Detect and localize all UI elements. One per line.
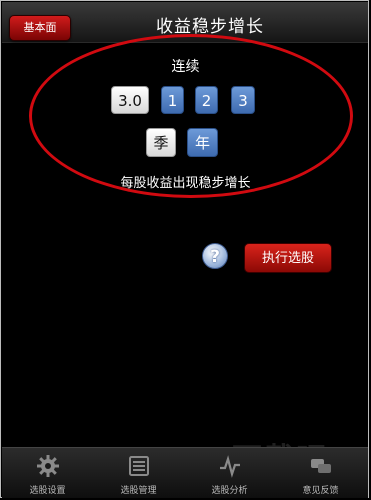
run-selection-button[interactable]: 执行选股 — [244, 243, 332, 273]
gear-icon — [36, 455, 59, 477]
count-option-2[interactable]: 2 — [195, 86, 218, 114]
tab-label: 选股分析 — [211, 486, 248, 496]
back-button[interactable]: 基本面 — [9, 15, 71, 41]
tab-feedback[interactable]: 意见反馈 — [275, 448, 366, 498]
tab-analysis[interactable]: 选股分析 — [184, 448, 275, 498]
count-option-3[interactable]: 3 — [231, 86, 255, 114]
chat-icon — [310, 459, 331, 473]
chart-icon — [219, 455, 240, 478]
bottom-tab-bar: 选股设置 选股管理 选股分析 意见反馈 — [2, 447, 368, 498]
tab-settings[interactable]: 选股设置 — [2, 448, 93, 498]
count-option-1[interactable]: 1 — [161, 86, 184, 114]
period-option-quarter[interactable]: 季 — [146, 128, 176, 157]
tab-manage[interactable]: 选股管理 — [93, 448, 184, 498]
period-option-year[interactable]: 年 — [187, 128, 218, 157]
page-title: 收益稳步增长 — [156, 17, 264, 37]
tab-label: 选股设置 — [29, 486, 66, 496]
list-icon — [128, 456, 149, 476]
help-icon[interactable]: ? — [202, 243, 228, 269]
tab-label: 选股管理 — [120, 486, 157, 496]
criteria-description: 每股收益出现稳步增长 — [120, 176, 251, 191]
continuous-label: 连续 — [171, 59, 200, 75]
count-option-selected[interactable]: 3.0 — [111, 86, 149, 114]
tab-label: 意见反馈 — [302, 486, 339, 496]
